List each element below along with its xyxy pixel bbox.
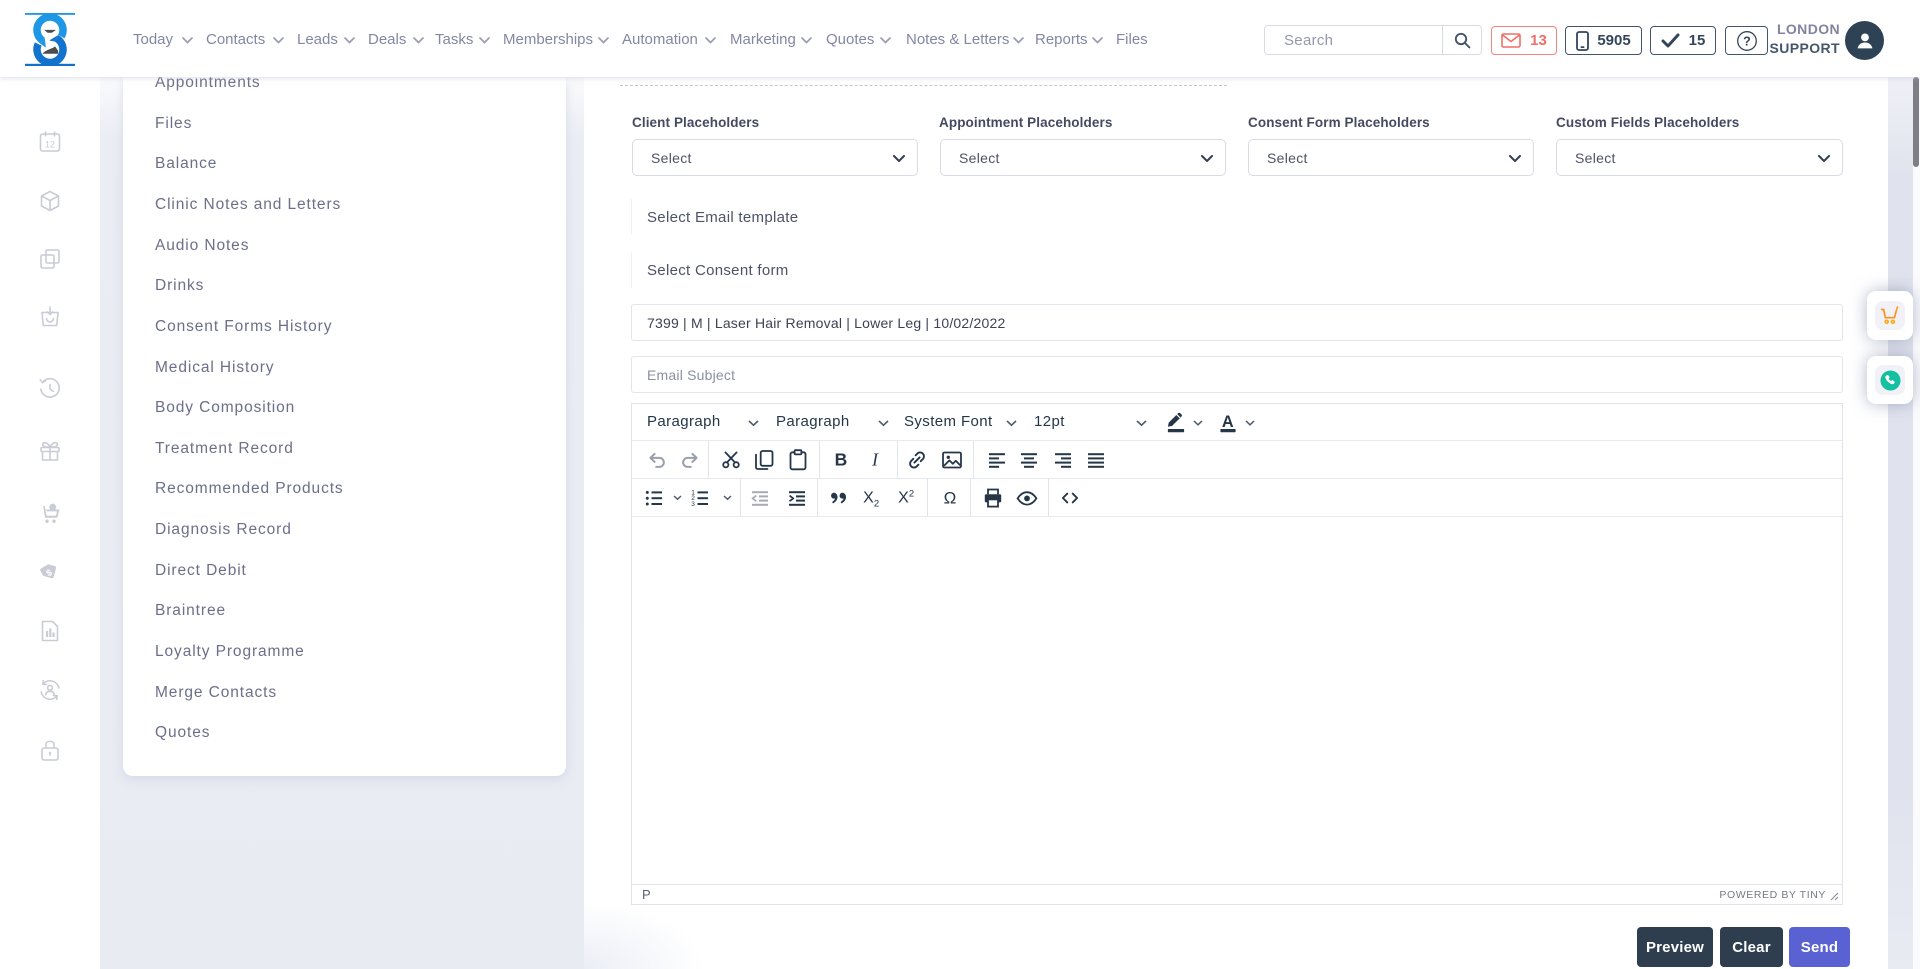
svg-text:12: 12 xyxy=(45,140,55,150)
